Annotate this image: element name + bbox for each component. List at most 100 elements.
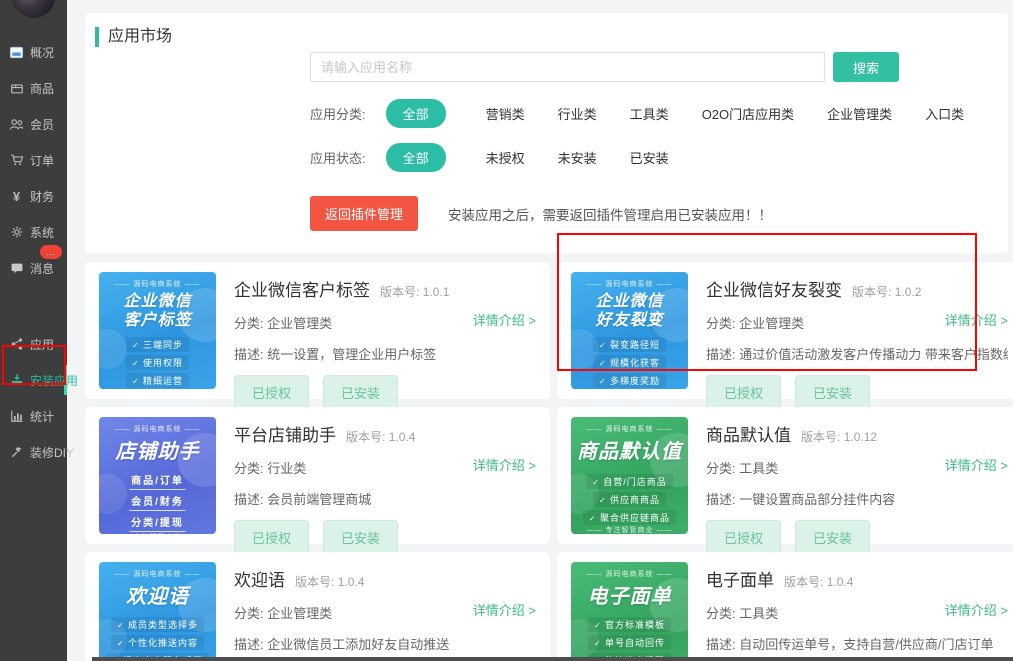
status-option[interactable]: 已安装: [630, 148, 669, 167]
status-option[interactable]: 未安装: [558, 148, 597, 167]
bottom-edge-strip: [92, 657, 1013, 661]
return-plugin-manage-button[interactable]: 返回插件管理: [310, 196, 418, 231]
sidebar-item-finance[interactable]: ¥ 财务: [0, 178, 67, 214]
detail-link[interactable]: 详情介绍 >: [473, 455, 536, 474]
app-desc-line: 描述: 统一设置，管理企业用户标签: [234, 344, 536, 363]
tile-title-line1: 店铺助手: [116, 437, 200, 467]
tile-title: 欢迎语: [126, 582, 189, 612]
detail-link[interactable]: 详情介绍 >: [945, 455, 1008, 474]
user-avatar[interactable]: [12, 0, 56, 18]
detail-link[interactable]: 详情介绍 >: [473, 310, 536, 329]
category-option[interactable]: 企业管理类: [827, 104, 892, 123]
tile-title-line2: 好友裂变: [595, 311, 663, 330]
status-badge: 已授权: [234, 375, 309, 410]
search-input[interactable]: [310, 52, 825, 82]
app-version: 版本号: 1.0.4: [295, 573, 364, 590]
app-status-badges: 已授权 已安装: [706, 375, 1008, 410]
app-card[interactable]: 源码电商系统 企业微信 客户标签 统一设置，管理企业客户标签 三端同步 使用权限…: [85, 262, 550, 399]
tile-feature: 使用权限: [126, 355, 189, 370]
tile-footer-text: 专注智管商业: [587, 525, 673, 534]
app-desc-line: 描述: 一键设置商品部分挂件内容: [706, 489, 1008, 508]
app-name: 企业微信好友裂变: [706, 276, 842, 301]
diy-hammer-icon: [9, 445, 24, 460]
status-badge: 已授权: [706, 520, 781, 555]
status-badge: 已安装: [795, 375, 870, 410]
app-status-badges: 已授权 已安装: [234, 520, 536, 555]
sidebar-item-diy[interactable]: 装修DIY: [0, 434, 67, 470]
search-button[interactable]: 搜索: [833, 52, 899, 82]
sidebar: 概况 商品 会员 订单 ¥ 财务: [0, 0, 67, 661]
app-desc-line: 描述: 通过价值活动激发客户传播动力 带来客户指数级新增: [706, 344, 1008, 363]
app-version: 版本号: 1.0.12: [801, 428, 877, 445]
sidebar-item-label: 装修DIY: [30, 444, 74, 461]
status-option[interactable]: 全部: [386, 143, 446, 172]
app-version: 版本号: 1.0.1: [380, 283, 449, 300]
app-desc-line: 描述: 自动回传运单号，支持自营/供应商/门店订单: [706, 634, 1008, 653]
tile-feature: 自营/门店商品: [586, 474, 672, 489]
sidebar-item-label: 财务: [30, 188, 54, 205]
category-options: 全部 营销类 行业类 工具类 O2O门店应用类 企业管理类 入口类: [386, 99, 998, 128]
sidebar-item-label: 概况: [30, 44, 54, 61]
app-card[interactable]: 源码电商系统 欢迎语 成员类型选择多 个性化推送内容 提高客户服务质量 专注智管…: [85, 552, 550, 661]
tile-feature: 三端同步: [126, 337, 189, 352]
app-card-head: 企业微信客户标签 版本号: 1.0.1: [234, 276, 536, 301]
tile-feature: 聚合供应链商品: [583, 510, 676, 525]
install-app-icon: [9, 373, 24, 388]
app-card-body: 欢迎语 版本号: 1.0.4 分类: 企业管理类 详情介绍 > 描述: 企业微信…: [234, 562, 536, 661]
app-market-panel: 应用市场 搜索 应用分类: 全部 营销类 行业类 工具类 O2O门店应用类: [85, 13, 1008, 253]
tile-feature: 个性化推送内容: [111, 635, 204, 650]
detail-link[interactable]: 详情介绍 >: [945, 310, 1008, 329]
status-options: 全部 未授权 未安装 已安装: [386, 143, 702, 172]
app-card[interactable]: 源码电商系统 商品默认值 一键设置商品部分挂件内容 自营/门店商品 供应商商品 …: [557, 407, 1013, 544]
tile-feature: 商品/订单: [129, 472, 186, 490]
sidebar-item-messages[interactable]: 消息 …: [0, 250, 67, 286]
detail-link[interactable]: 详情介绍 >: [473, 600, 536, 619]
app-version: 版本号: 1.0.2: [852, 283, 921, 300]
members-icon: [9, 117, 24, 132]
sidebar-item-apps[interactable]: 应用: [0, 326, 67, 362]
sidebar-item-label: 统计: [30, 408, 54, 425]
category-option[interactable]: 入口类: [925, 104, 964, 123]
app-cover-image: 源码电商系统 企业微信 客户标签 统一设置，管理企业客户标签 三端同步 使用权限…: [99, 272, 216, 389]
products-icon: [9, 81, 24, 96]
category-filter-row: 应用分类: 全部 营销类 行业类 工具类 O2O门店应用类 企业管理类 入口类: [310, 100, 1008, 126]
tile-feature: 官方标准模板: [588, 617, 671, 632]
main-content: 应用市场 搜索 应用分类: 全部 营销类 行业类 工具类 O2O门店应用类: [67, 0, 1013, 661]
category-option[interactable]: 行业类: [558, 104, 597, 123]
app-card-body: 商品默认值 版本号: 1.0.12 分类: 工具类 详情介绍 > 描述: 一键设…: [706, 417, 1008, 534]
app-card[interactable]: 源码电商系统 企业微信 好友裂变 通过价值活动激发客户传播动力 裂变路径短 规模…: [557, 262, 1013, 399]
tile-footer-text: 专注智管商业: [115, 388, 201, 389]
tile-feature: 精细运营: [126, 373, 189, 388]
category-option[interactable]: 全部: [386, 99, 446, 128]
overview-icon: [9, 45, 24, 60]
sidebar-item-label: 会员: [30, 116, 54, 133]
orders-icon: [9, 153, 24, 168]
status-filter-row: 应用状态: 全部 未授权 未安装 已安装: [310, 144, 1008, 170]
category-option[interactable]: 营销类: [486, 104, 525, 123]
sidebar-item-stats[interactable]: 统计: [0, 398, 67, 434]
sidebar-item-products[interactable]: 商品: [0, 70, 67, 106]
tile-feature: 多梯度奖励: [593, 373, 666, 388]
sidebar-item-install-app[interactable]: 安装应用: [0, 362, 67, 398]
app-card-body: 电子面单 版本号: 1.0.4 分类: 工具类 详情介绍 > 描述: 自动回传运…: [706, 562, 1008, 661]
tile-feature-list: 裂变路径短 规模化获客 多梯度奖励: [582, 337, 676, 388]
tile-feature: 供应商商品: [593, 492, 666, 507]
tile-footer-text: 专注智管商业: [115, 532, 201, 534]
status-option[interactable]: 未授权: [486, 148, 525, 167]
app-card[interactable]: 源码电商系统 店铺助手 商品/订单 会员/财务 分类/提现 专注智管商业: [85, 407, 550, 544]
tile-feature: 单号自动回传: [588, 635, 671, 650]
app-name: 平台店铺助手: [234, 421, 336, 446]
messages-count-badge: …: [40, 245, 62, 259]
category-option[interactable]: O2O门店应用类: [702, 104, 794, 123]
app-card[interactable]: 源码电商系统 电子面单 官方标准模板 单号自动回传 物流进度提醒 专注智管商业: [557, 552, 1013, 661]
category-option[interactable]: 工具类: [630, 104, 669, 123]
app-grid: 源码电商系统 企业微信 客户标签 统一设置，管理企业客户标签 三端同步 使用权限…: [85, 262, 1013, 661]
sidebar-item-label: 系统: [30, 224, 54, 241]
detail-link[interactable]: 详情介绍 >: [945, 600, 1008, 619]
sidebar-item-members[interactable]: 会员: [0, 106, 67, 142]
sidebar-item-overview[interactable]: 概况: [0, 34, 67, 70]
sidebar-item-orders[interactable]: 订单: [0, 142, 67, 178]
tile-title: 企业微信 客户标签: [123, 292, 191, 330]
system-gear-icon: [9, 225, 24, 240]
tile-footer-text: 专注智管商业: [587, 388, 673, 389]
